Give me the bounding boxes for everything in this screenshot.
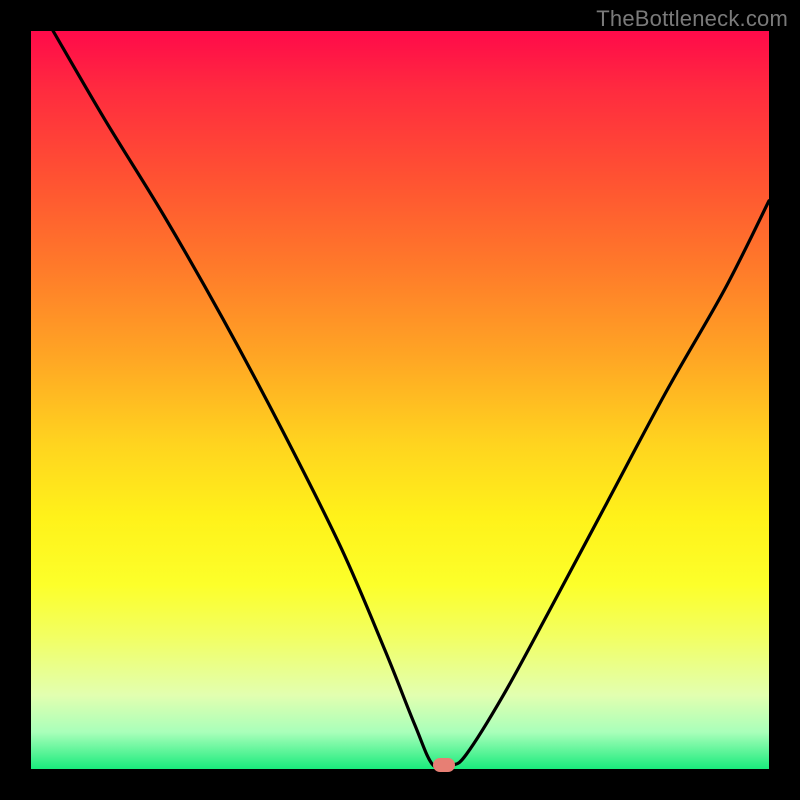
optimal-point-marker [433, 758, 455, 772]
watermark-text: TheBottleneck.com [596, 6, 788, 32]
chart-container: TheBottleneck.com [0, 0, 800, 800]
bottleneck-curve [53, 31, 769, 769]
curve-layer [31, 31, 769, 769]
